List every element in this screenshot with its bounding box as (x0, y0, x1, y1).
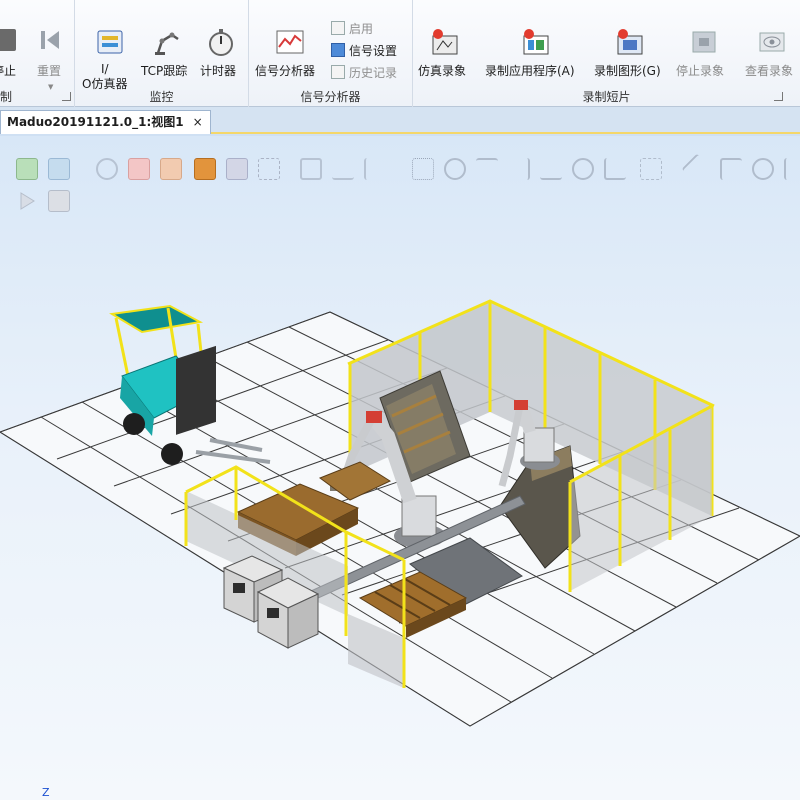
io-simulator-icon (95, 27, 125, 57)
group-simulation-control: 停止 重置 ▼ 制 (0, 0, 75, 107)
timer-button[interactable]: 计时器 (197, 12, 245, 82)
signal-analyzer-label: 信号分析器 (255, 64, 316, 78)
group-monitoring: I/ O仿真器 TCP跟踪 计时器 监控 (75, 0, 249, 107)
group-label-monitoring: 监控 (149, 90, 174, 104)
record-graphics-button[interactable]: 录制图形(G) (591, 12, 671, 82)
tcp-trace-button[interactable]: TCP跟踪 (139, 12, 195, 82)
ribbon: 停止 重置 ▼ 制 I/ O仿真器 TCP跟踪 (0, 0, 800, 107)
reset-icon (38, 28, 62, 52)
group-launcher-record-clips[interactable] (774, 92, 783, 101)
close-icon[interactable]: × (193, 111, 203, 133)
signal-setup-option[interactable]: 信号设置 (331, 40, 397, 60)
group-signal-analyzer: 信号分析器 启用 信号设置 历史记录 信号分析器 (249, 0, 413, 107)
station-scene[interactable] (0, 136, 800, 800)
view-record-icon (757, 27, 787, 57)
enable-option[interactable]: 启用 (331, 18, 373, 38)
signal-chart-icon (275, 27, 305, 57)
signal-setup-label: 信号设置 (349, 43, 398, 58)
group-label-signal-analyzer: 信号分析器 (300, 90, 361, 104)
group-label-record-clips: 录制短片 (582, 90, 631, 104)
stop-icon (0, 29, 16, 51)
stop-record-icon (689, 27, 719, 57)
enable-label: 启用 (349, 21, 374, 36)
record-application-label: 录制应用程序(A) (485, 64, 575, 78)
record-application-icon (521, 27, 551, 57)
3d-viewport[interactable]: Z (0, 136, 800, 800)
signal-analyzer-button[interactable]: 信号分析器 (253, 12, 327, 82)
tcp-trace-label: TCP跟踪 (141, 64, 188, 78)
record-graphics-label: 录制图形(G) (594, 64, 661, 78)
io-simulator-label-1: I/ (101, 62, 109, 76)
stop-label: 停止 (0, 64, 17, 78)
view-record-button[interactable]: 查看录象 (743, 12, 800, 82)
view-record-label: 查看录象 (745, 64, 794, 78)
history-label: 历史记录 (349, 65, 398, 80)
reset-label: 重置 (37, 64, 62, 78)
axis-z-label: Z (42, 786, 50, 799)
io-simulator-button[interactable]: I/ O仿真器 (79, 12, 137, 92)
record-graphics-icon (615, 27, 645, 57)
record-application-button[interactable]: 录制应用程序(A) (483, 12, 589, 82)
document-tab[interactable]: Maduo20191121.0_1:视图1 × (0, 110, 211, 134)
history-icon (331, 65, 345, 79)
stop-record-button[interactable]: 停止录象 (673, 12, 739, 82)
signal-setup-icon (331, 43, 345, 57)
group-launcher-simulation[interactable] (62, 92, 71, 101)
history-option[interactable]: 历史记录 (331, 62, 397, 82)
timer-label: 计时器 (200, 64, 237, 78)
stop-record-label: 停止录象 (676, 64, 725, 78)
document-tab-title: Maduo20191121.0_1:视图1 (7, 115, 184, 129)
reset-button[interactable]: 重置 ▼ (32, 12, 68, 91)
checkbox-icon (331, 21, 345, 35)
document-tab-strip: Maduo20191121.0_1:视图1 × (0, 107, 800, 134)
group-record-clips: 仿真录象 录制应用程序(A) 录制图形(G) 停止录象 查看录象 录制短片 (413, 0, 800, 107)
robot-arm-icon (152, 27, 182, 57)
stop-button[interactable]: 停止 (0, 12, 28, 82)
simulation-record-label: 仿真录象 (418, 64, 467, 78)
stopwatch-icon (206, 27, 236, 57)
film-record-icon (430, 27, 460, 57)
simulation-record-button[interactable]: 仿真录象 (415, 12, 479, 82)
